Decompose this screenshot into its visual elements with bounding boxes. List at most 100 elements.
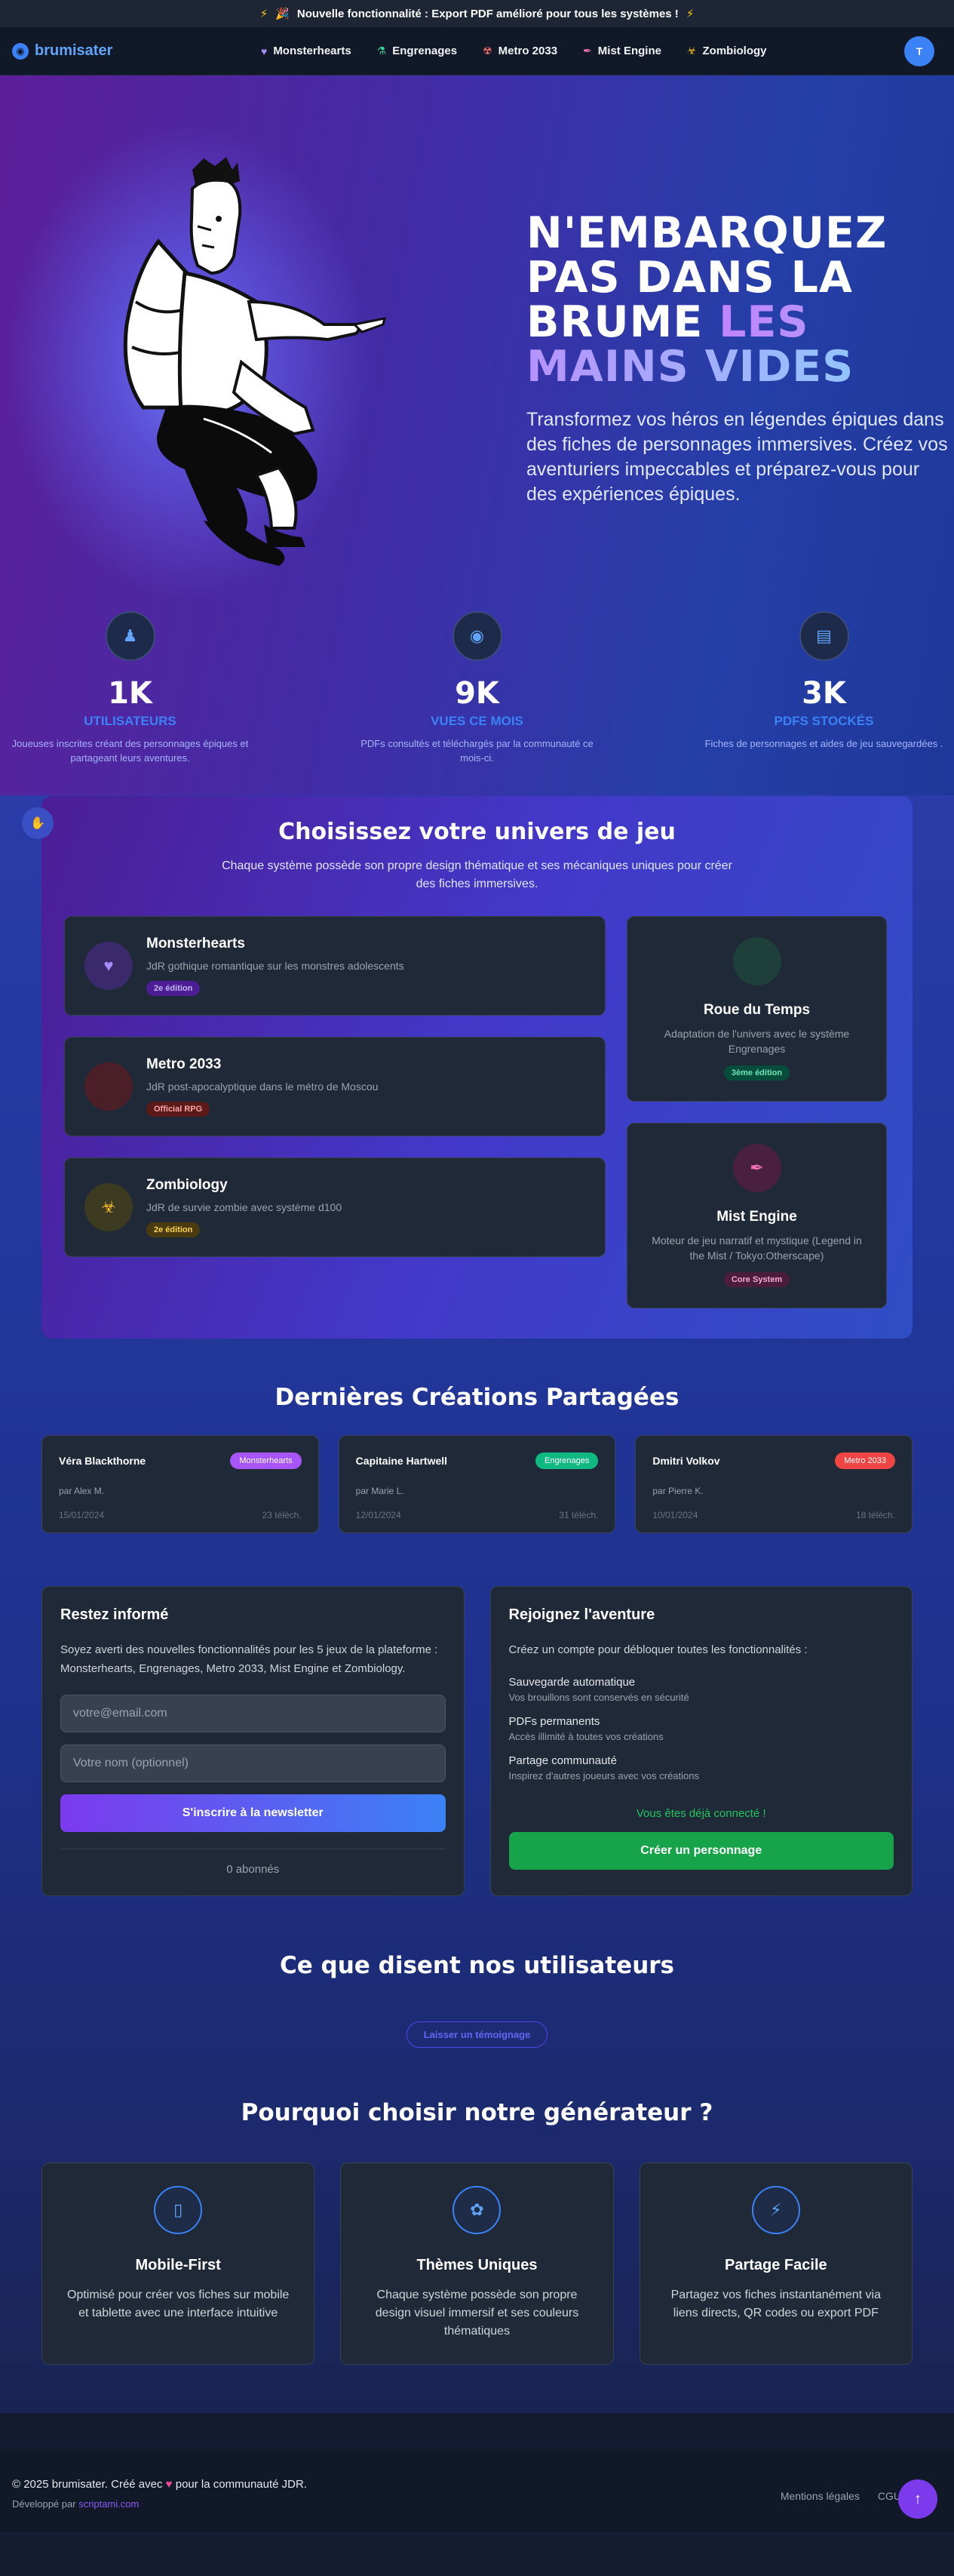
nav-link-metro-2033[interactable]: ☢ Metro 2033 [483, 45, 557, 57]
brand-name: brumisater [35, 42, 113, 59]
why-card: ✿ Thèmes Uniques Chaque système possède … [340, 2163, 614, 2365]
radiation-icon [84, 1062, 133, 1111]
footer-spacer [0, 2413, 954, 2449]
name-input[interactable]: Votre nom (optionnel) [60, 1744, 446, 1782]
heart-icon: ♥ [261, 45, 268, 57]
legal-link[interactable]: Mentions légales [781, 2490, 860, 2502]
creation-author: par Pierre K. [652, 1486, 704, 1496]
hero-subtitle: Transformez vos héros en légendes épique… [526, 409, 948, 505]
hero-title: N'EMBARQUEZ PAS DANS LA BRUME LES MAINS … [526, 211, 949, 389]
feature-desc: Vos brouillons sont conservés en sécurit… [508, 1692, 689, 1703]
feature-item: Partage communauté Inspirez d'autres joue… [509, 1754, 894, 1781]
system-desc: JdR post-apocalyptique dans le métro de … [146, 1081, 379, 1093]
system-card-metro-2033[interactable]: Metro 2033 JdR post-apocalyptique dans l… [64, 1037, 606, 1136]
system-desc: Moteur de jeu narratif et mystique (Lege… [652, 1234, 862, 1262]
file-icon: ▤ [799, 611, 849, 661]
join-text: Créez un compte pour débloquer toutes le… [508, 1643, 808, 1656]
system-badge: Core System [723, 1272, 790, 1287]
footer: © 2025 brumisater. Créé avec ♥ pour la c… [0, 2449, 954, 2532]
footer-links: Mentions légales CGU [781, 2490, 901, 2502]
developer-prefix: Développé par [12, 2498, 76, 2510]
creation-downloads: 23 téléch. [262, 1510, 302, 1520]
main-content: Choisissez votre univers de jeu Chaque s… [0, 795, 954, 2413]
feature-item: Sauvegarde automatique Vos brouillons son… [509, 1676, 894, 1703]
user-avatar[interactable]: T [904, 35, 934, 66]
nav-link-monsterhearts[interactable]: ♥ Monsterhearts [261, 45, 351, 57]
character-name: Capitaine Hartwell [355, 1455, 448, 1467]
stat-pdfs: ▤ 3K PDFS STOCKÉS Fiches de personnages … [696, 611, 952, 765]
hero-section: N'EMBARQUEZ PAS DANS LA BRUME LES MAINS … [0, 75, 954, 795]
creation-date: 12/01/2024 [355, 1510, 401, 1520]
flask-icon: ⚗ [376, 45, 387, 57]
hero-illustration [30, 75, 452, 589]
universe-subtitle: Chaque système possède son propre design… [222, 859, 732, 890]
system-badge: Official RPG [146, 1102, 210, 1117]
creation-card[interactable]: Capitaine Hartwell Engrenages par Marie L… [338, 1435, 616, 1533]
newsletter-text: Soyez averti des nouvelles fonctionnalit… [60, 1643, 438, 1675]
create-character-button[interactable]: Créer un personnage [508, 1832, 894, 1870]
character-name: Véra Blackthorne [59, 1455, 146, 1467]
why-title: Pourquoi choisir notre générateur ? [241, 2099, 713, 2126]
system-name: Roue du Temps [703, 1002, 811, 1018]
nav-link-engrenages[interactable]: ⚗ Engrenages [377, 45, 457, 57]
nav-link-label: Zombiology [702, 45, 767, 57]
party-icon: 🎉 [275, 8, 290, 20]
stat-label: UTILISATEURS [84, 714, 176, 728]
nav-link-label: Engrenages [392, 45, 458, 57]
feature-desc: Accès illimité à toutes vos créations [508, 1731, 664, 1742]
brand-logo-icon: ◉ [12, 42, 29, 60]
palette-icon: ✿ [452, 2186, 502, 2234]
system-pill: Engrenages [535, 1452, 599, 1469]
system-card-mist-engine[interactable]: ✒ Mist Engine Moteur de jeu narratif et … [627, 1123, 887, 1308]
subscriber-count: 0 abonnés [60, 1849, 446, 1876]
nav-links: ♥ Monsterhearts ⚗ Engrenages ☢ Metro 2033 ✒… [261, 45, 904, 57]
feature-desc: Inspirez d'autres joueurs avec vos créat… [508, 1770, 700, 1781]
feature-title: PDFs permanents [508, 1715, 600, 1728]
copyright-text: © 2025 brumisater. Créé avec [12, 2478, 163, 2491]
wheel-icon [732, 937, 781, 985]
developer-link[interactable]: scriptami.com [78, 2498, 139, 2510]
creations-section: Dernières Créations Partagées Véra Black… [0, 1339, 954, 1533]
heart-icon: ♥ [165, 2478, 173, 2491]
brand-link[interactable]: ◉ brumisater [12, 42, 261, 60]
join-card: Rejoignez l'aventure Créez un compte pou… [489, 1586, 913, 1896]
stat-desc: Fiches de personnages et aides de jeu sa… [704, 738, 943, 749]
stat-views: ◉ 9K VUES CE MOIS PDFs consultés et télé… [349, 611, 606, 765]
system-badge: 2e édition [146, 1222, 201, 1237]
system-card-zombiology[interactable]: ☣ Zombiology JdR de survie zombie avec s… [64, 1157, 606, 1257]
system-card-monsterhearts[interactable]: ♥ Monsterhearts JdR gothique romantique … [64, 916, 606, 1016]
scroll-to-top-button[interactable]: ↑ [898, 2479, 937, 2519]
creation-card[interactable]: Véra Blackthorne Monsterhearts par Alex M… [41, 1435, 319, 1533]
creation-date: 15/01/2024 [59, 1510, 105, 1520]
bolt-icon: ⚡ [751, 2186, 800, 2234]
creation-author: par Marie L. [355, 1486, 404, 1496]
hero-title-main: N'EMBARQUEZ PAS DANS LA BRUME [526, 208, 888, 347]
newsletter-subscribe-button[interactable]: S'inscrire à la newsletter [60, 1794, 446, 1832]
feather-icon: ✒ [583, 45, 592, 57]
system-card-roue-du-temps[interactable]: Roue du Temps Adaptation de l'univers av… [627, 916, 887, 1102]
stat-value: 1K [108, 676, 152, 711]
feature-title: Sauvegarde automatique [508, 1676, 636, 1689]
stat-label: PDFS STOCKÉS [774, 714, 874, 728]
crouching-character-illustration [123, 157, 387, 566]
stats-section: ♟ 1K UTILISATEURS Joueuses inscrites cré… [0, 589, 954, 765]
nav-link-mist-engine[interactable]: ✒ Mist Engine [583, 45, 661, 57]
system-pill: Metro 2033 [835, 1452, 896, 1469]
system-pill: Monsterhearts [230, 1452, 302, 1469]
creation-card[interactable]: Dmitri Volkov Metro 2033 par Pierre K. 10… [635, 1435, 913, 1533]
floating-side-button[interactable]: ✋ [22, 807, 54, 839]
testimonials-section: Ce que disent nos utilisateurs Laisser u… [0, 1896, 954, 2048]
biohazard-icon: ☣ [686, 45, 697, 57]
email-input[interactable]: votre@email.com [60, 1695, 446, 1732]
leave-testimonial-button[interactable]: Laisser un témoignage [406, 2021, 548, 2048]
why-section: Pourquoi choisir notre générateur ? ▯ Mo… [0, 2048, 954, 2365]
heart-icon: ♥ [84, 942, 133, 990]
footer-copyright: © 2025 brumisater. Créé avec ♥ pour la c… [12, 2478, 942, 2491]
why-card-desc: Chaque système possède son propre design… [375, 2289, 579, 2338]
zap-icon: ⚡ [259, 8, 268, 20]
announcement-banner: ⚡ 🎉 Nouvelle fonctionnalité : Export PDF… [0, 0, 954, 27]
stat-users: ♟ 1K UTILISATEURS Joueuses inscrites cré… [2, 611, 259, 765]
nav-link-zombiology[interactable]: ☣ Zombiology [687, 45, 767, 57]
creation-downloads: 31 téléch. [559, 1510, 599, 1520]
creation-downloads: 18 téléch. [855, 1510, 896, 1520]
